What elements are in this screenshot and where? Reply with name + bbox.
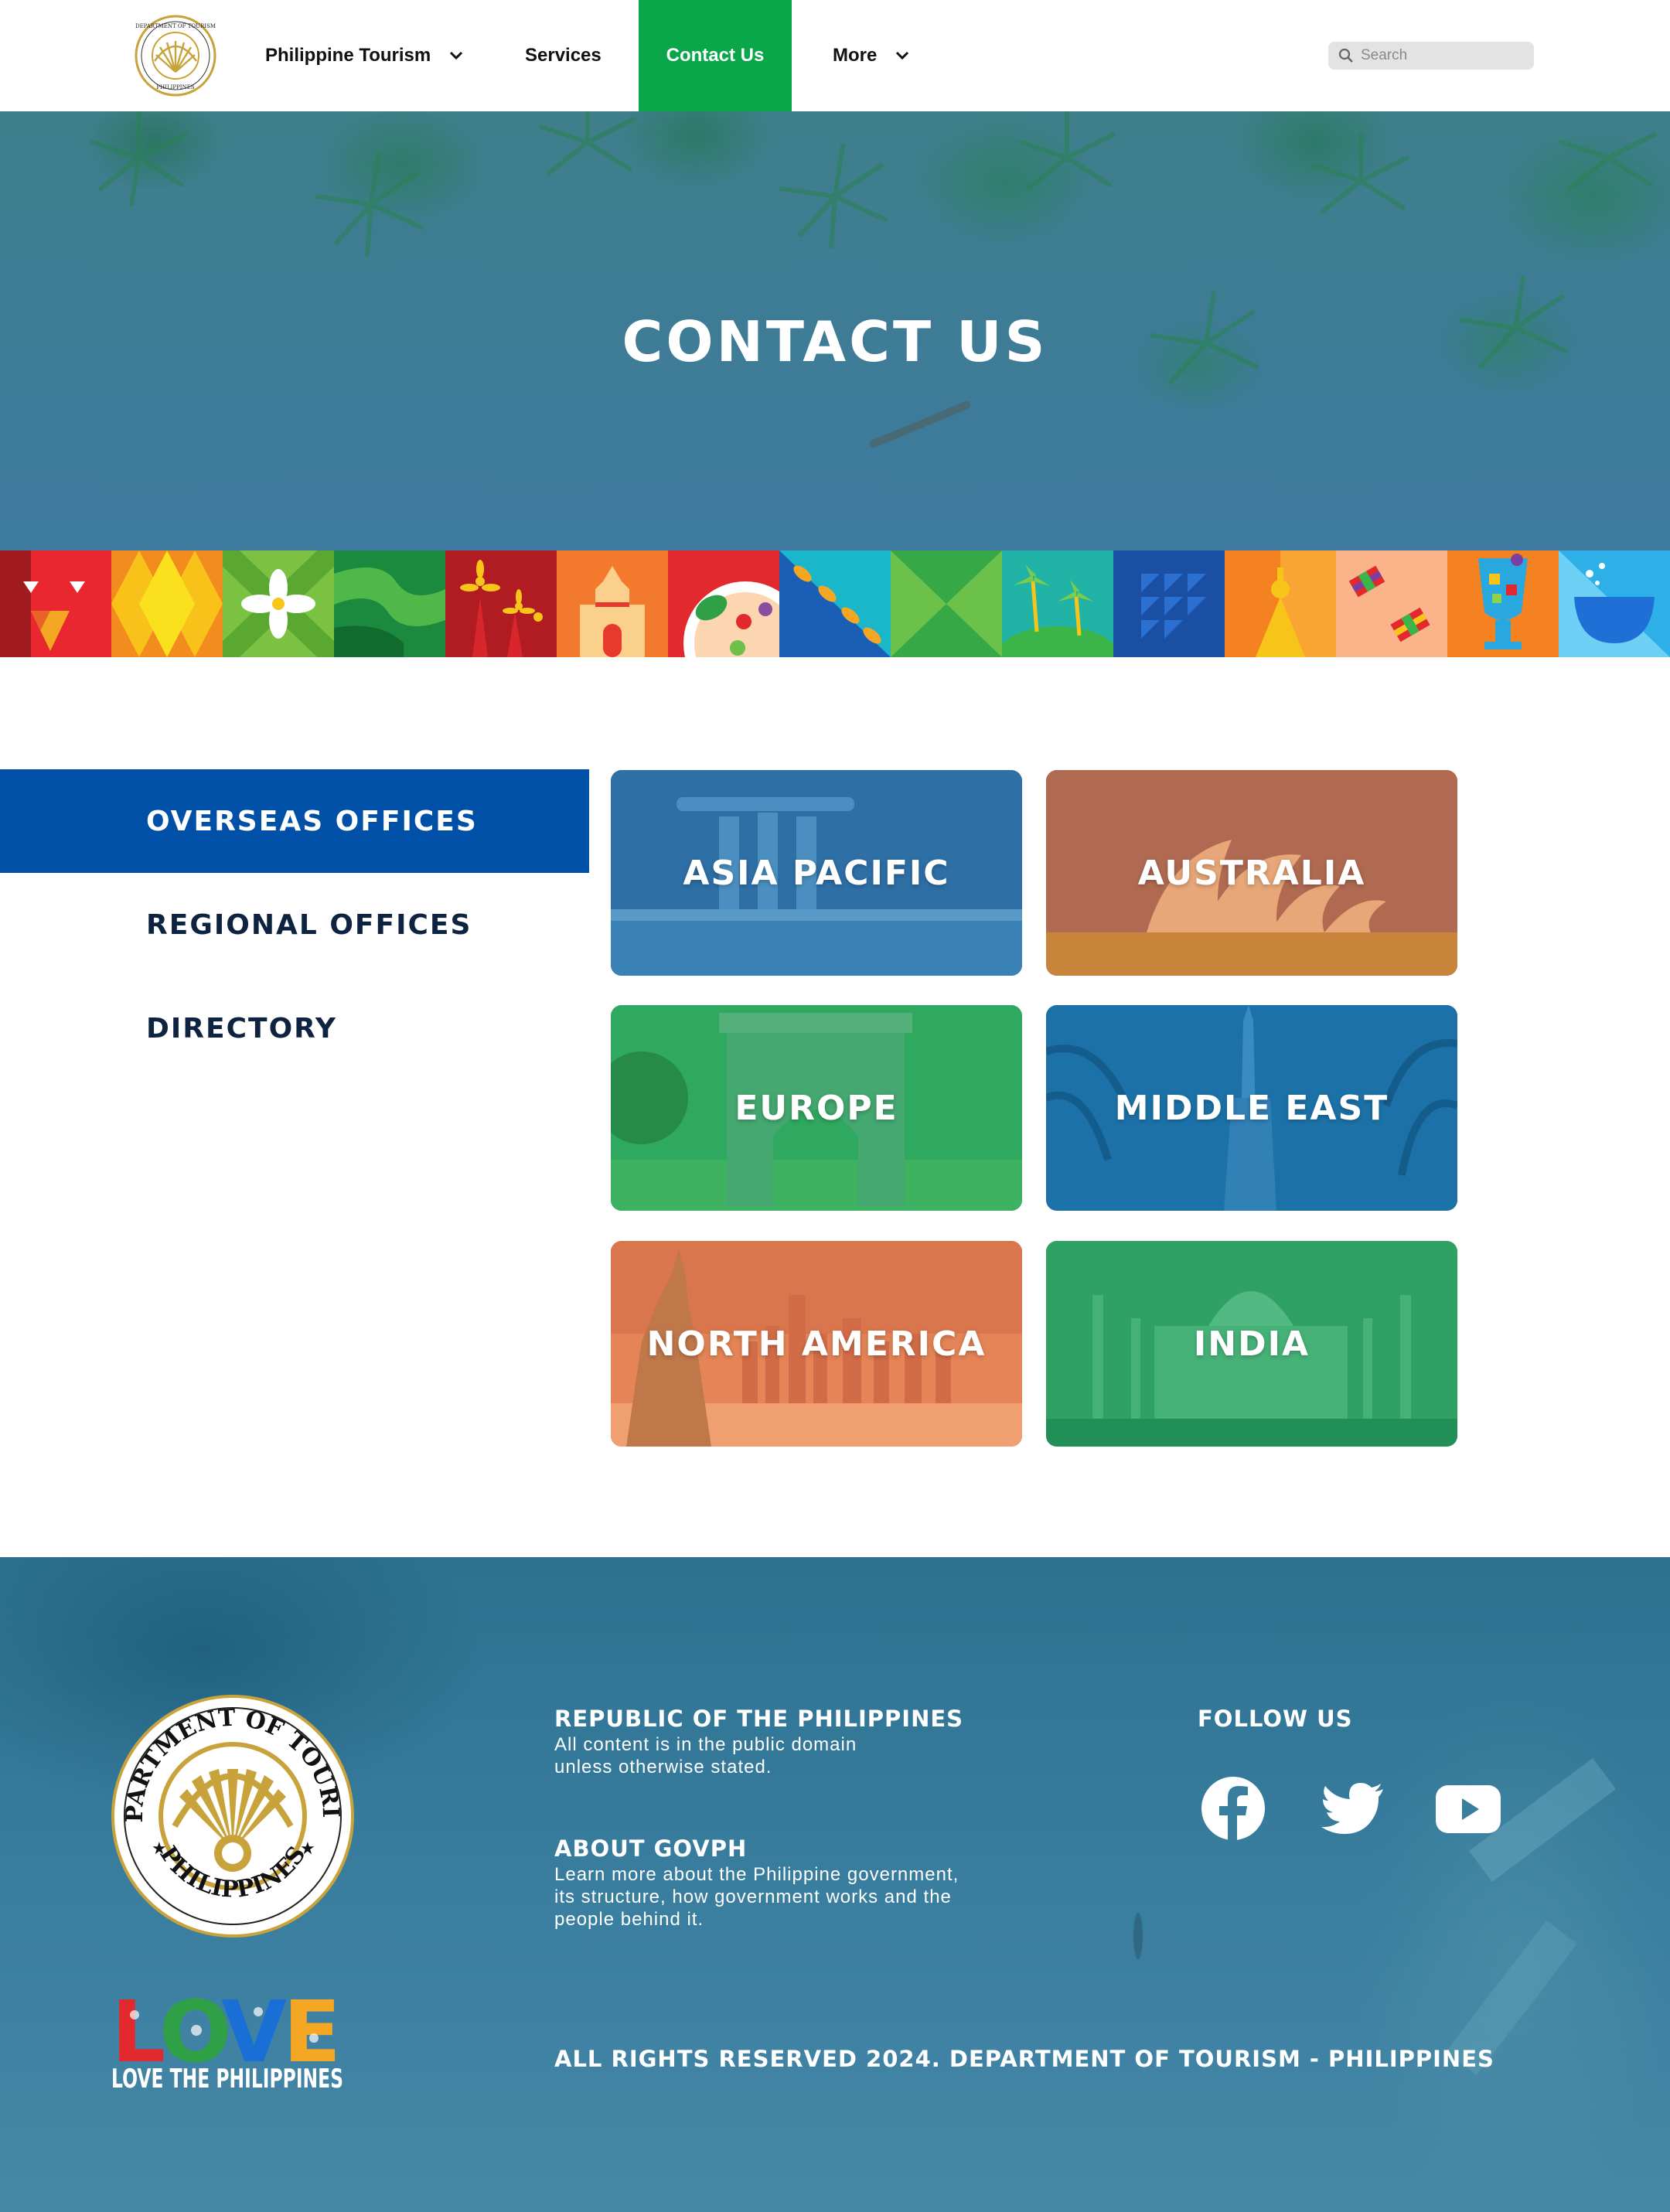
twitter-icon[interactable] — [1318, 1774, 1388, 1843]
pattern-tile-palms — [1002, 550, 1113, 657]
sidebar-item-regional-offices[interactable]: REGIONAL OFFICES — [0, 873, 589, 976]
pattern-tile-lamp — [1225, 550, 1336, 657]
footer: DEPARTMENT OF TOURISM PHILIPPINES ★ ★ L … — [0, 1557, 1670, 2212]
svg-text:★: ★ — [152, 1839, 167, 1858]
hero-title: CONTACT US — [622, 309, 1048, 374]
department-of-tourism-seal: DEPARTMENT OF TOURISM PHILIPPINES ★ ★ — [111, 1695, 354, 1938]
sidebar-item-label: OVERSEAS OFFICES — [146, 805, 478, 837]
region-card-asia-pacific[interactable]: ASIA PACIFIC — [611, 770, 1022, 976]
region-card-label: EUROPE — [734, 1088, 898, 1128]
nav-contact-us[interactable]: Contact Us — [639, 0, 792, 111]
nav-philippine-tourism[interactable]: Philippine Tourism — [265, 0, 465, 111]
sidebar-item-label: REGIONAL OFFICES — [146, 908, 472, 941]
region-card-australia[interactable]: AUSTRALIA — [1046, 770, 1457, 976]
love-logo-text: LOVE THE PHILIPPINES — [111, 2064, 343, 2092]
pattern-tile-fruit-plate — [668, 550, 779, 657]
about-govph-heading[interactable]: ABOUT GOVPH — [554, 1835, 747, 1862]
facebook-icon[interactable] — [1198, 1774, 1268, 1843]
about-text-line-1: Learn more about the Philippine governme… — [554, 1864, 959, 1885]
sidebar-item-directory[interactable]: DIRECTORY — [0, 976, 589, 1080]
about-text-line-2: its structure, how government works and … — [554, 1887, 952, 1907]
top-navbar: DEPARTMENT OF TOURISM PHILIPPINES Philip… — [0, 0, 1670, 111]
chevron-down-icon — [896, 51, 909, 60]
search-input[interactable] — [1361, 47, 1515, 64]
love-the-philippines-logo: L O V E LOVE THE PHILIPPINES — [111, 1984, 343, 2092]
nav-philippine-tourism-label: Philippine Tourism — [265, 45, 431, 66]
sidebar-item-overseas-offices[interactable]: OVERSEAS OFFICES — [0, 769, 589, 873]
region-card-europe[interactable]: EUROPE — [611, 1005, 1022, 1211]
sidebar-item-label: DIRECTORY — [146, 1012, 337, 1045]
pattern-tile-triangles — [0, 550, 111, 657]
search-icon — [1338, 48, 1353, 63]
region-card-label: AUSTRALIA — [1137, 853, 1366, 893]
republic-heading: REPUBLIC OF THE PHILIPPINES — [554, 1706, 964, 1732]
copyright-text: ALL RIGHTS RESERVED 2024. DEPARTMENT OF … — [554, 2046, 1494, 2072]
svg-text:PHILIPPINES: PHILIPPINES — [156, 84, 194, 90]
region-card-label: NORTH AMERICA — [646, 1324, 987, 1364]
pattern-tile-rice-terraces — [334, 550, 445, 657]
svg-text:★: ★ — [300, 1839, 315, 1858]
republic-text-line-1: All content is in the public domain — [554, 1734, 857, 1755]
pattern-tile-fish — [779, 550, 891, 657]
region-card-label: INDIA — [1193, 1324, 1310, 1364]
nav-services-label: Services — [525, 45, 602, 66]
pattern-tile-drink — [1447, 550, 1559, 657]
pattern-tile-green-triangles — [891, 550, 1002, 657]
dot-logo[interactable]: DEPARTMENT OF TOURISM PHILIPPINES — [135, 15, 216, 97]
hero-banner: CONTACT US — [0, 111, 1670, 550]
pattern-tile-flower — [223, 550, 334, 657]
region-card-india[interactable]: INDIA — [1046, 1241, 1457, 1447]
region-card-label: ASIA PACIFIC — [683, 853, 950, 893]
pattern-tile-windmills — [445, 550, 557, 657]
decorative-pattern-strip — [0, 550, 1670, 657]
pattern-tile-diamonds — [111, 550, 223, 657]
youtube-icon[interactable] — [1434, 1774, 1504, 1843]
nav-more[interactable]: More — [833, 0, 911, 111]
republic-text-line-2: unless otherwise stated. — [554, 1757, 772, 1777]
pattern-tile-bowl — [1559, 550, 1670, 657]
nav-more-label: More — [833, 45, 878, 66]
search-bar[interactable] — [1328, 42, 1534, 70]
pattern-tile-kites — [1336, 550, 1447, 657]
about-text-line-3: people behind it. — [554, 1909, 704, 1930]
nav-services[interactable]: Services — [525, 0, 602, 111]
chevron-down-icon — [450, 51, 463, 60]
region-card-north-america[interactable]: NORTH AMERICA — [611, 1241, 1022, 1447]
pattern-tile-blue-grid — [1113, 550, 1225, 657]
nav-contact-us-label: Contact Us — [666, 45, 765, 66]
region-card-label: MIDDLE EAST — [1114, 1088, 1389, 1128]
pattern-tile-church — [557, 550, 668, 657]
svg-text:DEPARTMENT OF TOURISM: DEPARTMENT OF TOURISM — [135, 23, 216, 29]
region-card-middle-east[interactable]: MIDDLE EAST — [1046, 1005, 1457, 1211]
follow-us-heading: FOLLOW US — [1198, 1706, 1353, 1732]
